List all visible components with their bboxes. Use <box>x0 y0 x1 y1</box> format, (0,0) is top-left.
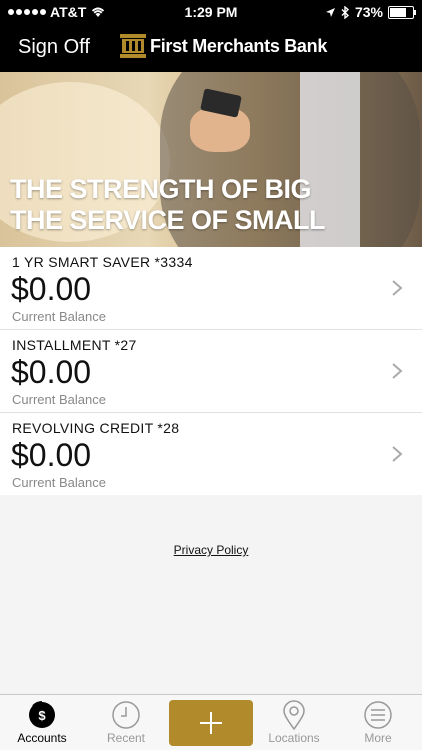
hero-line-2: THE SERVICE OF SMALL <box>10 205 326 235</box>
tab-accounts[interactable]: $ Accounts <box>0 695 84 750</box>
plus-icon <box>200 712 222 734</box>
accounts-icon-glyph: $ <box>38 708 46 723</box>
bluetooth-icon <box>341 5 350 19</box>
tab-locations[interactable]: Locations <box>252 695 336 750</box>
privacy-footer: Privacy Policy <box>0 541 422 559</box>
location-arrow-icon <box>325 7 335 17</box>
account-list: 1 YR SMART SAVER *3334 $0.00 Current Bal… <box>0 247 422 495</box>
hero-banner: THE STRENGTH OF BIG THE SERVICE OF SMALL <box>0 72 422 247</box>
account-name: INSTALLMENT *27 <box>12 337 137 353</box>
battery-percent: 73% <box>354 4 383 20</box>
tab-bar: $ Accounts Recent Locations More <box>0 694 422 750</box>
tab-more[interactable]: More <box>336 695 420 750</box>
app-root: AT&T 1:29 PM 73% Sign Off First Merchant… <box>0 0 422 750</box>
account-balance-caption: Current Balance <box>12 309 106 324</box>
tab-accounts-label: Accounts <box>17 731 67 745</box>
top-bar: AT&T 1:29 PM 73% Sign Off First Merchant… <box>0 0 422 72</box>
status-bar: AT&T 1:29 PM 73% <box>0 0 422 24</box>
account-row[interactable]: INSTALLMENT *27 $0.00 Current Balance <box>0 330 422 413</box>
tab-recent[interactable]: Recent <box>84 695 168 750</box>
chevron-right-icon <box>392 363 403 379</box>
account-balance: $0.00 <box>11 354 92 390</box>
battery-icon <box>388 5 416 19</box>
status-right: 73% <box>325 4 416 20</box>
account-name: 1 YR SMART SAVER *3334 <box>12 254 193 270</box>
hero-line-1: THE STRENGTH OF BIG <box>10 174 312 204</box>
sign-off-button[interactable]: Sign Off <box>18 36 90 59</box>
account-balance-caption: Current Balance <box>12 475 106 490</box>
account-name: REVOLVING CREDIT *28 <box>12 420 180 436</box>
app-header: Sign Off First Merchants Bank <box>0 24 422 72</box>
privacy-policy-link[interactable]: Privacy Policy <box>174 543 249 557</box>
tab-locations-label: Locations <box>268 731 320 745</box>
add-button[interactable] <box>169 700 253 746</box>
map-pin-icon <box>283 700 305 730</box>
account-balance: $0.00 <box>11 437 92 473</box>
account-balance-caption: Current Balance <box>12 392 106 407</box>
tab-more-label: More <box>364 731 392 745</box>
account-row[interactable]: REVOLVING CREDIT *28 $0.00 Current Balan… <box>0 413 422 495</box>
brand: First Merchants Bank <box>120 34 327 58</box>
chevron-right-icon <box>392 446 403 462</box>
account-row[interactable]: 1 YR SMART SAVER *3334 $0.00 Current Bal… <box>0 247 422 330</box>
account-balance: $0.00 <box>11 271 92 307</box>
chevron-right-icon <box>392 280 403 296</box>
clock-icon <box>112 701 140 729</box>
brand-name: First Merchants Bank <box>150 35 328 56</box>
tab-recent-label: Recent <box>106 731 146 745</box>
bank-logo-icon <box>120 34 146 58</box>
hero-tagline: THE STRENGTH OF BIG THE SERVICE OF SMALL <box>10 174 326 236</box>
menu-icon <box>364 701 392 729</box>
